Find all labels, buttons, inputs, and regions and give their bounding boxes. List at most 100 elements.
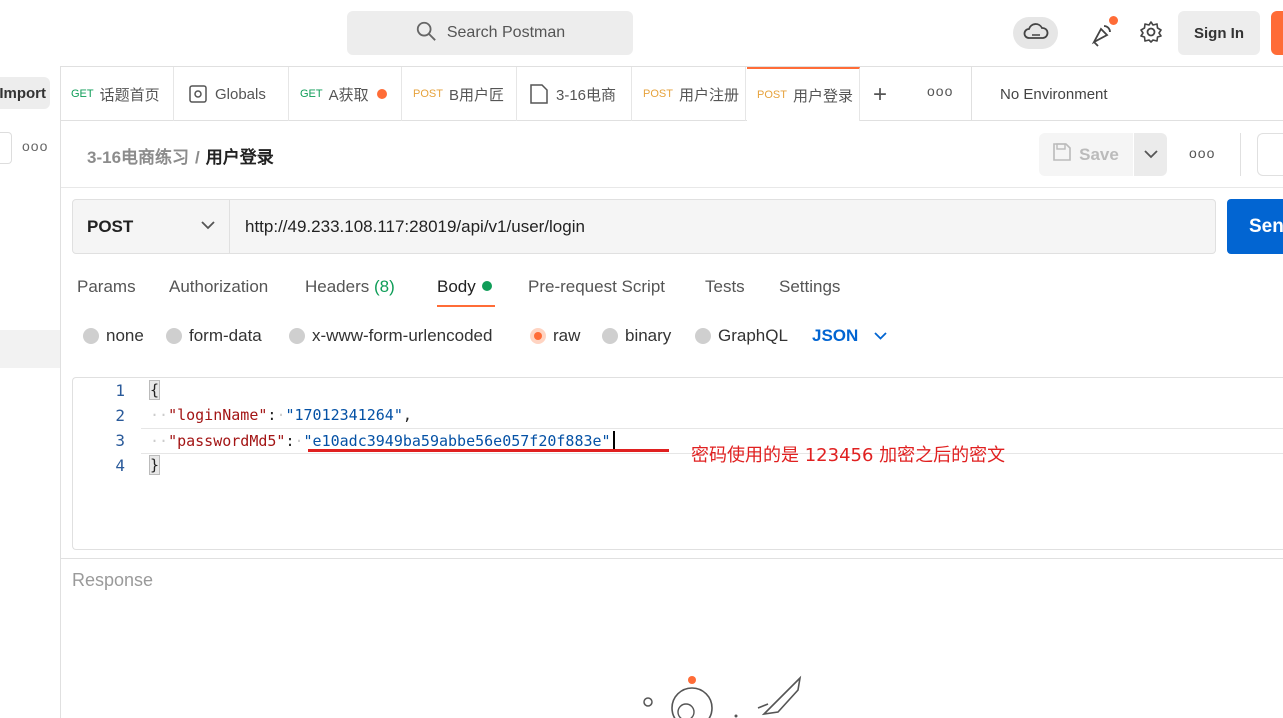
tab-method: POST [643, 88, 673, 100]
tab-user-register[interactable]: POST 用户注册 [633, 67, 746, 121]
radio-circle [83, 328, 99, 344]
tab-topic-home[interactable]: GET 话题首页 [61, 67, 174, 121]
radio-urlencoded[interactable]: x-www-form-urlencoded [289, 326, 492, 346]
url-text: http://49.233.108.117:28019/api/v1/user/… [245, 216, 585, 236]
top-bar: Search Postman Sign In [0, 0, 1283, 66]
tab-label: Globals [215, 85, 266, 103]
gear-icon[interactable] [1139, 20, 1163, 44]
breadcrumb-current[interactable]: 用户登录 [206, 148, 274, 167]
tab-headers-label: Headers [305, 277, 370, 296]
sidebar-more-icon[interactable]: ooo [22, 138, 48, 154]
tab-globals[interactable]: Globals [175, 67, 289, 121]
environment-label: No Environment [1000, 85, 1108, 103]
search-bar[interactable]: Search Postman [347, 11, 633, 55]
json-value: "17012341264" [285, 406, 403, 424]
radio-circle-selected [530, 328, 546, 344]
code-line-1: { [148, 380, 161, 400]
url-input[interactable]: http://49.233.108.117:28019/api/v1/user/… [230, 199, 1216, 254]
send-label: Send [1249, 215, 1283, 237]
tab-a-get[interactable]: GET A获取 [290, 67, 402, 121]
radio-circle [166, 328, 182, 344]
tab-label: A获取 [328, 86, 369, 104]
sign-in-button[interactable]: Sign In [1178, 11, 1260, 55]
tab-label: 用户注册 [678, 86, 739, 104]
astronaut-rocket-illustration [636, 668, 816, 718]
tab-body[interactable]: Body [437, 277, 492, 297]
active-tab-indicator [437, 305, 495, 307]
import-button[interactable]: Import [0, 77, 50, 109]
tab-body-label: Body [437, 277, 476, 296]
tab-prerequest-script[interactable]: Pre-request Script [528, 277, 665, 297]
save-button[interactable]: Save [1039, 133, 1133, 176]
body-code-editor[interactable]: 1 2 3 4 { ··"loginName":·"17012341264", … [72, 377, 1283, 550]
search-icon [415, 20, 437, 47]
annotation-text: 密码使用的是 123456 加密之后的密文 [691, 445, 1006, 466]
body-indicator-dot [481, 281, 492, 291]
response-label: Response [72, 570, 154, 590]
line-number: 1 [115, 381, 125, 400]
search-placeholder: Search Postman [446, 24, 566, 41]
chevron-down-icon [1143, 146, 1158, 164]
left-sidebar: Import ooo [0, 66, 61, 718]
edit-button[interactable] [1257, 133, 1283, 176]
cloud-sync-icon [1023, 21, 1049, 46]
breadcrumb-parent[interactable]: 3-16电商练习 [87, 148, 189, 167]
environment-selector[interactable]: No Environment [971, 67, 1283, 121]
divider [1240, 133, 1241, 176]
json-key: "loginName" [168, 406, 268, 424]
save-label: Save [1079, 144, 1119, 164]
tab-headers[interactable]: Headers (8) [305, 277, 395, 297]
format-select[interactable]: JSON [812, 326, 887, 346]
tab-b-user[interactable]: POST B用户匠 [403, 67, 517, 121]
line-number: 3 [115, 431, 125, 450]
json-value: "e10adc3949ba59abbe56e057f20f883e" [303, 432, 611, 450]
tab-method: POST [413, 88, 443, 100]
radio-none[interactable]: none [83, 326, 144, 346]
close-brace: } [148, 455, 161, 475]
tab-collection[interactable]: 3-16电商 [518, 67, 632, 121]
tab-params[interactable]: Params [77, 277, 136, 297]
send-button[interactable]: Send [1227, 199, 1283, 254]
json-key: "passwordMd5" [168, 432, 286, 450]
divider [61, 187, 1283, 188]
open-brace: { [148, 380, 161, 400]
chevron-down-icon [874, 332, 887, 340]
chevron-down-icon [201, 221, 215, 230]
tab-label: 话题首页 [99, 86, 160, 104]
notification-dot [1109, 16, 1118, 25]
tab-tests[interactable]: Tests [705, 277, 745, 297]
collection-icon [530, 84, 548, 104]
radio-label: none [106, 326, 144, 345]
line-number: 4 [115, 456, 125, 475]
request-more-icon[interactable]: ooo [1189, 145, 1215, 161]
breadcrumb: 3-16电商练习 / 用户登录 [87, 143, 274, 168]
tab-label: 用户登录 [792, 87, 853, 105]
tab-authorization[interactable]: Authorization [169, 277, 268, 297]
divider [61, 558, 1283, 559]
tab-user-login[interactable]: POST 用户登录 [747, 67, 860, 121]
cloud-sync-button[interactable] [1013, 17, 1058, 49]
tab-method: GET [300, 88, 323, 100]
headers-count: (8) [374, 277, 395, 296]
sidebar-selected-item[interactable] [0, 330, 60, 368]
radio-form-data[interactable]: form-data [166, 326, 262, 346]
tab-settings[interactable]: Settings [779, 277, 840, 297]
radio-raw[interactable]: raw [530, 326, 580, 346]
tab-method: GET [71, 88, 94, 100]
radio-label: GraphQL [718, 326, 788, 345]
globals-icon [189, 85, 207, 103]
radio-label: form-data [189, 326, 262, 345]
sign-up-button[interactable] [1271, 11, 1283, 55]
sidebar-filter-input[interactable] [0, 132, 12, 164]
save-icon [1053, 143, 1071, 166]
radio-binary[interactable]: binary [602, 326, 671, 346]
method-select[interactable]: POST [72, 199, 230, 254]
request-tabs-bar: GET 话题首页 Globals GET A获取 POST B用户匠 3-16电… [61, 66, 1283, 121]
new-tab-plus-icon[interactable]: + [873, 81, 887, 109]
radio-circle [289, 328, 305, 344]
radio-circle [695, 328, 711, 344]
code-line-2: ··"loginName":·"17012341264", [150, 406, 412, 424]
tabs-more-icon[interactable]: ooo [927, 83, 953, 99]
save-dropdown[interactable] [1134, 133, 1167, 176]
radio-graphql[interactable]: GraphQL [695, 326, 788, 346]
